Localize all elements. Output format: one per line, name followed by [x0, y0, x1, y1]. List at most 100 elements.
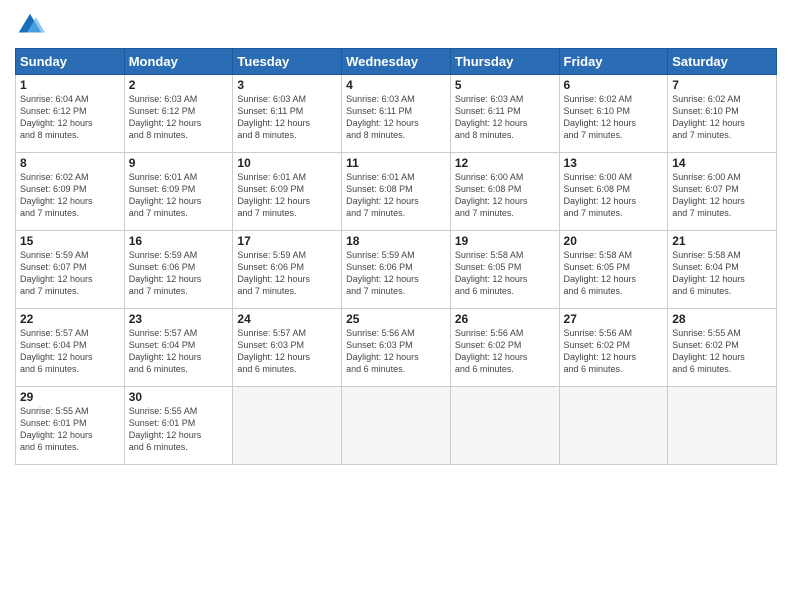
day-info: Sunrise: 6:03 AM Sunset: 6:11 PM Dayligh…: [346, 93, 446, 142]
day-number: 16: [129, 234, 229, 248]
calendar-header-row: SundayMondayTuesdayWednesdayThursdayFrid…: [16, 49, 777, 75]
calendar-week-row: 15Sunrise: 5:59 AM Sunset: 6:07 PM Dayli…: [16, 231, 777, 309]
day-number: 27: [564, 312, 664, 326]
day-number: 11: [346, 156, 446, 170]
day-info: Sunrise: 6:02 AM Sunset: 6:09 PM Dayligh…: [20, 171, 120, 220]
logo-icon: [15, 10, 45, 40]
calendar-day-cell: 13Sunrise: 6:00 AM Sunset: 6:08 PM Dayli…: [559, 153, 668, 231]
day-info: Sunrise: 6:01 AM Sunset: 6:09 PM Dayligh…: [129, 171, 229, 220]
day-info: Sunrise: 5:59 AM Sunset: 6:06 PM Dayligh…: [129, 249, 229, 298]
calendar-day-cell: 8Sunrise: 6:02 AM Sunset: 6:09 PM Daylig…: [16, 153, 125, 231]
day-number: 24: [237, 312, 337, 326]
day-info: Sunrise: 6:01 AM Sunset: 6:09 PM Dayligh…: [237, 171, 337, 220]
calendar-day-cell: 4Sunrise: 6:03 AM Sunset: 6:11 PM Daylig…: [342, 75, 451, 153]
day-number: 14: [672, 156, 772, 170]
calendar-day-cell: 15Sunrise: 5:59 AM Sunset: 6:07 PM Dayli…: [16, 231, 125, 309]
calendar-day-cell: 5Sunrise: 6:03 AM Sunset: 6:11 PM Daylig…: [450, 75, 559, 153]
calendar-body: 1Sunrise: 6:04 AM Sunset: 6:12 PM Daylig…: [16, 75, 777, 465]
day-info: Sunrise: 6:02 AM Sunset: 6:10 PM Dayligh…: [672, 93, 772, 142]
calendar-day-cell: 10Sunrise: 6:01 AM Sunset: 6:09 PM Dayli…: [233, 153, 342, 231]
calendar-day-cell: 12Sunrise: 6:00 AM Sunset: 6:08 PM Dayli…: [450, 153, 559, 231]
day-info: Sunrise: 5:58 AM Sunset: 6:05 PM Dayligh…: [455, 249, 555, 298]
day-info: Sunrise: 6:03 AM Sunset: 6:11 PM Dayligh…: [237, 93, 337, 142]
calendar-day-cell: [668, 387, 777, 465]
calendar-day-cell: 19Sunrise: 5:58 AM Sunset: 6:05 PM Dayli…: [450, 231, 559, 309]
calendar-day-cell: 20Sunrise: 5:58 AM Sunset: 6:05 PM Dayli…: [559, 231, 668, 309]
day-info: Sunrise: 6:03 AM Sunset: 6:11 PM Dayligh…: [455, 93, 555, 142]
day-number: 28: [672, 312, 772, 326]
day-number: 13: [564, 156, 664, 170]
calendar-day-cell: 14Sunrise: 6:00 AM Sunset: 6:07 PM Dayli…: [668, 153, 777, 231]
day-info: Sunrise: 6:04 AM Sunset: 6:12 PM Dayligh…: [20, 93, 120, 142]
calendar-day-cell: 7Sunrise: 6:02 AM Sunset: 6:10 PM Daylig…: [668, 75, 777, 153]
day-number: 21: [672, 234, 772, 248]
day-number: 23: [129, 312, 229, 326]
calendar-header-thursday: Thursday: [450, 49, 559, 75]
calendar-header-monday: Monday: [124, 49, 233, 75]
day-info: Sunrise: 5:56 AM Sunset: 6:02 PM Dayligh…: [564, 327, 664, 376]
calendar-week-row: 29Sunrise: 5:55 AM Sunset: 6:01 PM Dayli…: [16, 387, 777, 465]
header: [15, 10, 777, 40]
calendar-day-cell: 28Sunrise: 5:55 AM Sunset: 6:02 PM Dayli…: [668, 309, 777, 387]
day-info: Sunrise: 6:01 AM Sunset: 6:08 PM Dayligh…: [346, 171, 446, 220]
day-number: 7: [672, 78, 772, 92]
calendar-day-cell: [450, 387, 559, 465]
day-number: 30: [129, 390, 229, 404]
calendar-day-cell: 23Sunrise: 5:57 AM Sunset: 6:04 PM Dayli…: [124, 309, 233, 387]
calendar-day-cell: [342, 387, 451, 465]
day-number: 3: [237, 78, 337, 92]
day-number: 1: [20, 78, 120, 92]
day-number: 18: [346, 234, 446, 248]
calendar-day-cell: 11Sunrise: 6:01 AM Sunset: 6:08 PM Dayli…: [342, 153, 451, 231]
day-number: 2: [129, 78, 229, 92]
day-info: Sunrise: 6:00 AM Sunset: 6:08 PM Dayligh…: [564, 171, 664, 220]
day-number: 6: [564, 78, 664, 92]
calendar-header-saturday: Saturday: [668, 49, 777, 75]
calendar-day-cell: 25Sunrise: 5:56 AM Sunset: 6:03 PM Dayli…: [342, 309, 451, 387]
day-info: Sunrise: 5:55 AM Sunset: 6:02 PM Dayligh…: [672, 327, 772, 376]
day-number: 20: [564, 234, 664, 248]
day-info: Sunrise: 5:57 AM Sunset: 6:03 PM Dayligh…: [237, 327, 337, 376]
day-info: Sunrise: 6:00 AM Sunset: 6:07 PM Dayligh…: [672, 171, 772, 220]
calendar-week-row: 8Sunrise: 6:02 AM Sunset: 6:09 PM Daylig…: [16, 153, 777, 231]
day-number: 25: [346, 312, 446, 326]
day-info: Sunrise: 6:02 AM Sunset: 6:10 PM Dayligh…: [564, 93, 664, 142]
calendar-day-cell: 24Sunrise: 5:57 AM Sunset: 6:03 PM Dayli…: [233, 309, 342, 387]
calendar-week-row: 1Sunrise: 6:04 AM Sunset: 6:12 PM Daylig…: [16, 75, 777, 153]
calendar-day-cell: 2Sunrise: 6:03 AM Sunset: 6:12 PM Daylig…: [124, 75, 233, 153]
calendar-day-cell: 21Sunrise: 5:58 AM Sunset: 6:04 PM Dayli…: [668, 231, 777, 309]
calendar-day-cell: 18Sunrise: 5:59 AM Sunset: 6:06 PM Dayli…: [342, 231, 451, 309]
calendar-header-friday: Friday: [559, 49, 668, 75]
day-info: Sunrise: 5:55 AM Sunset: 6:01 PM Dayligh…: [129, 405, 229, 454]
day-info: Sunrise: 5:57 AM Sunset: 6:04 PM Dayligh…: [129, 327, 229, 376]
day-info: Sunrise: 5:59 AM Sunset: 6:06 PM Dayligh…: [237, 249, 337, 298]
calendar-week-row: 22Sunrise: 5:57 AM Sunset: 6:04 PM Dayli…: [16, 309, 777, 387]
calendar-table: SundayMondayTuesdayWednesdayThursdayFrid…: [15, 48, 777, 465]
page: SundayMondayTuesdayWednesdayThursdayFrid…: [0, 0, 792, 612]
calendar-header-tuesday: Tuesday: [233, 49, 342, 75]
day-info: Sunrise: 5:56 AM Sunset: 6:02 PM Dayligh…: [455, 327, 555, 376]
calendar-header-wednesday: Wednesday: [342, 49, 451, 75]
calendar-day-cell: 27Sunrise: 5:56 AM Sunset: 6:02 PM Dayli…: [559, 309, 668, 387]
day-info: Sunrise: 5:55 AM Sunset: 6:01 PM Dayligh…: [20, 405, 120, 454]
calendar-day-cell: 6Sunrise: 6:02 AM Sunset: 6:10 PM Daylig…: [559, 75, 668, 153]
day-info: Sunrise: 5:59 AM Sunset: 6:07 PM Dayligh…: [20, 249, 120, 298]
day-number: 10: [237, 156, 337, 170]
logo: [15, 10, 49, 40]
day-info: Sunrise: 5:57 AM Sunset: 6:04 PM Dayligh…: [20, 327, 120, 376]
day-info: Sunrise: 5:58 AM Sunset: 6:04 PM Dayligh…: [672, 249, 772, 298]
day-number: 26: [455, 312, 555, 326]
day-number: 9: [129, 156, 229, 170]
calendar-day-cell: 29Sunrise: 5:55 AM Sunset: 6:01 PM Dayli…: [16, 387, 125, 465]
day-number: 22: [20, 312, 120, 326]
calendar-day-cell: 9Sunrise: 6:01 AM Sunset: 6:09 PM Daylig…: [124, 153, 233, 231]
day-info: Sunrise: 6:03 AM Sunset: 6:12 PM Dayligh…: [129, 93, 229, 142]
day-number: 19: [455, 234, 555, 248]
day-info: Sunrise: 6:00 AM Sunset: 6:08 PM Dayligh…: [455, 171, 555, 220]
day-info: Sunrise: 5:59 AM Sunset: 6:06 PM Dayligh…: [346, 249, 446, 298]
calendar-header-sunday: Sunday: [16, 49, 125, 75]
calendar-day-cell: 30Sunrise: 5:55 AM Sunset: 6:01 PM Dayli…: [124, 387, 233, 465]
calendar-day-cell: [559, 387, 668, 465]
day-info: Sunrise: 5:56 AM Sunset: 6:03 PM Dayligh…: [346, 327, 446, 376]
day-number: 17: [237, 234, 337, 248]
